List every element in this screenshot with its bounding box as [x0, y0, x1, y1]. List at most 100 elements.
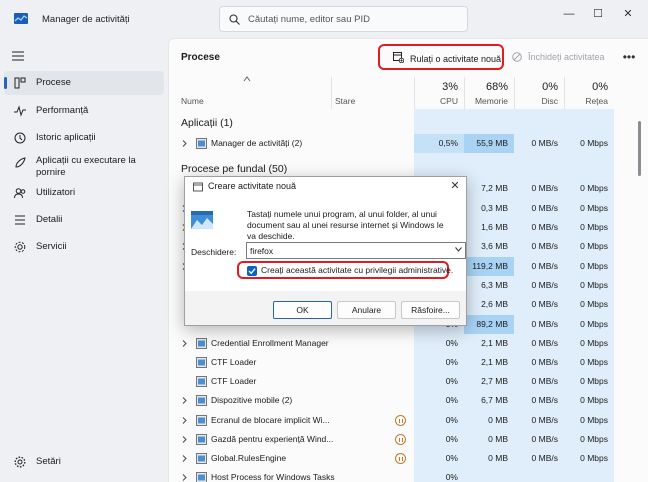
- chevron-right-icon[interactable]: [182, 140, 187, 147]
- column-header-status[interactable]: Stare: [335, 96, 355, 106]
- process-icon: [196, 434, 207, 445]
- chevron-right-icon[interactable]: [182, 417, 187, 424]
- sidebar-item-label: Servicii: [36, 241, 67, 252]
- sidebar-item-app-history[interactable]: Istoric aplicații: [4, 126, 164, 150]
- run-program-icon: [191, 211, 213, 229]
- browse-button[interactable]: Răsfoire...: [401, 301, 460, 319]
- disk-value: [514, 468, 564, 482]
- run-dialog-icon: [193, 182, 203, 192]
- maximize-button[interactable]: ☐: [585, 6, 611, 22]
- dialog-close-button[interactable]: ✕: [449, 180, 461, 192]
- chevron-right-icon[interactable]: [182, 455, 187, 462]
- gear-icon: [14, 456, 26, 468]
- grid-icon: [14, 77, 26, 89]
- column-divider[interactable]: [331, 77, 332, 109]
- memory-value: 119,2 MB: [464, 257, 514, 276]
- open-combobox[interactable]: [246, 242, 466, 259]
- table-row[interactable]: CTF Loader 0% 2,1 MB 0 MB/s 0 Mbps: [169, 353, 639, 372]
- cancel-button[interactable]: Anulare: [337, 301, 396, 319]
- column-header-network[interactable]: 0% Rețea: [564, 77, 614, 109]
- cpu-value: 0%: [445, 395, 458, 405]
- cpu-value: 0%: [445, 472, 458, 482]
- sidebar-item-settings[interactable]: Setări: [4, 450, 164, 474]
- disk-value: 0 MB/s: [531, 415, 558, 425]
- memory-value: 2,6 MB: [481, 299, 508, 309]
- memory-value: 7,2 MB: [481, 183, 508, 193]
- search-box[interactable]: [219, 6, 468, 32]
- table-row[interactable]: Host Process for Windows Tasks 0%: [169, 468, 639, 482]
- sidebar-item-performance[interactable]: Performanță: [4, 99, 164, 123]
- more-options-button[interactable]: •••: [621, 44, 637, 70]
- active-indicator: [4, 77, 7, 89]
- network-value: 0 Mbps: [580, 222, 608, 232]
- dialog-body: Tastați numele unui program, al unui fol…: [185, 197, 466, 291]
- sidebar-item-services[interactable]: Servicii: [4, 235, 164, 259]
- process-icon: [196, 357, 207, 368]
- table-row[interactable]: Credential Enrollment Manager 0% 2,1 MB 0 M…: [169, 334, 639, 353]
- disk-value: 0 MB/s: [531, 453, 558, 463]
- chevron-down-icon[interactable]: [455, 247, 462, 252]
- memory-value: 6,7 MB: [481, 395, 508, 405]
- memory-value: 89,2 MB: [464, 315, 514, 334]
- title-bar: Manager de activități — ☐ ✕: [0, 0, 648, 38]
- end-task-label: Închideți activitatea: [528, 52, 605, 62]
- search-input[interactable]: [248, 11, 463, 27]
- disk-value: 0 MB/s: [531, 241, 558, 251]
- chevron-right-icon[interactable]: [182, 474, 187, 481]
- minimize-button[interactable]: —: [556, 6, 582, 22]
- disk-value: 0 MB/s: [531, 138, 558, 148]
- close-button[interactable]: ✕: [615, 6, 641, 22]
- cpu-value: 0%: [445, 453, 458, 463]
- sidebar-item-users[interactable]: Utilizatori: [4, 181, 164, 205]
- process-name: Credential Enrollment Manager: [211, 338, 329, 348]
- network-value: 0 Mbps: [580, 338, 608, 348]
- sidebar-item-details[interactable]: Detalii: [4, 208, 164, 232]
- chevron-right-icon[interactable]: [182, 397, 187, 404]
- run-new-task-button[interactable]: Rulați o activitate nouă: [378, 44, 504, 70]
- network-value: 0 Mbps: [580, 357, 608, 367]
- column-header-cpu[interactable]: 3% CPU: [414, 77, 464, 109]
- table-row[interactable]: Manager de activități (2) 0,5% 55,9 MB 0 MB…: [169, 134, 639, 153]
- chevron-right-icon[interactable]: [182, 436, 187, 443]
- disk-value: 0 MB/s: [531, 222, 558, 232]
- page-title: Procese: [181, 52, 220, 63]
- table-row[interactable]: Ecranul de blocare implicit Wi... 0% 0 MB 0…: [169, 411, 639, 430]
- network-value: 0 Mbps: [580, 453, 608, 463]
- admin-privileges-option[interactable]: Creați această activitate cu privilegii …: [237, 261, 453, 279]
- chevron-right-icon[interactable]: [182, 340, 187, 347]
- ok-button[interactable]: OK: [273, 301, 332, 319]
- table-row[interactable]: Dispozitive mobile (2) 0% 6,7 MB 0 MB/s 0 Mb…: [169, 391, 639, 410]
- process-icon: [196, 376, 207, 387]
- admin-privileges-checkbox[interactable]: [247, 266, 257, 276]
- table-row[interactable]: Global.RulesEngine 0% 0 MB 0 MB/s 0 Mbps: [169, 449, 639, 468]
- table-row[interactable]: Gazdă pentru experiență Wind... 0% 0 MB 0 M…: [169, 430, 639, 449]
- disk-total: 0%: [542, 81, 558, 93]
- vertical-scrollbar[interactable]: [638, 121, 641, 176]
- network-value: 0 Mbps: [580, 183, 608, 193]
- end-task-button[interactable]: Închideți activitatea: [512, 44, 612, 70]
- toolbar: Procese Rulați o activitate nouă Închide…: [169, 39, 648, 75]
- sidebar-item-processes[interactable]: Procese: [4, 71, 164, 95]
- settings-label: Setări: [36, 456, 61, 467]
- disk-value: 0 MB/s: [531, 183, 558, 193]
- disk-value: 0 MB/s: [531, 376, 558, 386]
- column-header-memory[interactable]: 68% Memorie: [464, 77, 514, 109]
- disk-value: 0 MB/s: [531, 357, 558, 367]
- process-name: Host Process for Windows Tasks: [211, 472, 335, 482]
- column-header-name[interactable]: Nume: [181, 96, 204, 106]
- process-icon: [196, 415, 207, 426]
- hamburger-icon[interactable]: [12, 51, 24, 61]
- network-total: 0%: [592, 81, 608, 93]
- cpu-value: 0%: [445, 434, 458, 444]
- performance-icon: [14, 105, 26, 117]
- disk-value: 0 MB/s: [531, 299, 558, 309]
- suspended-status-icon: [395, 434, 406, 445]
- column-header-disk[interactable]: 0% Disc: [514, 77, 564, 109]
- process-icon: [196, 395, 207, 406]
- table-row[interactable]: CTF Loader 0% 2,7 MB 0 MB/s 0 Mbps: [169, 372, 639, 391]
- process-icon: [196, 338, 207, 349]
- run-task-icon: [393, 52, 404, 63]
- memory-value: 0 MB: [488, 434, 508, 444]
- admin-privileges-label: Creați această activitate cu privilegii …: [261, 265, 454, 275]
- cpu-header-label: CPU: [440, 96, 458, 106]
